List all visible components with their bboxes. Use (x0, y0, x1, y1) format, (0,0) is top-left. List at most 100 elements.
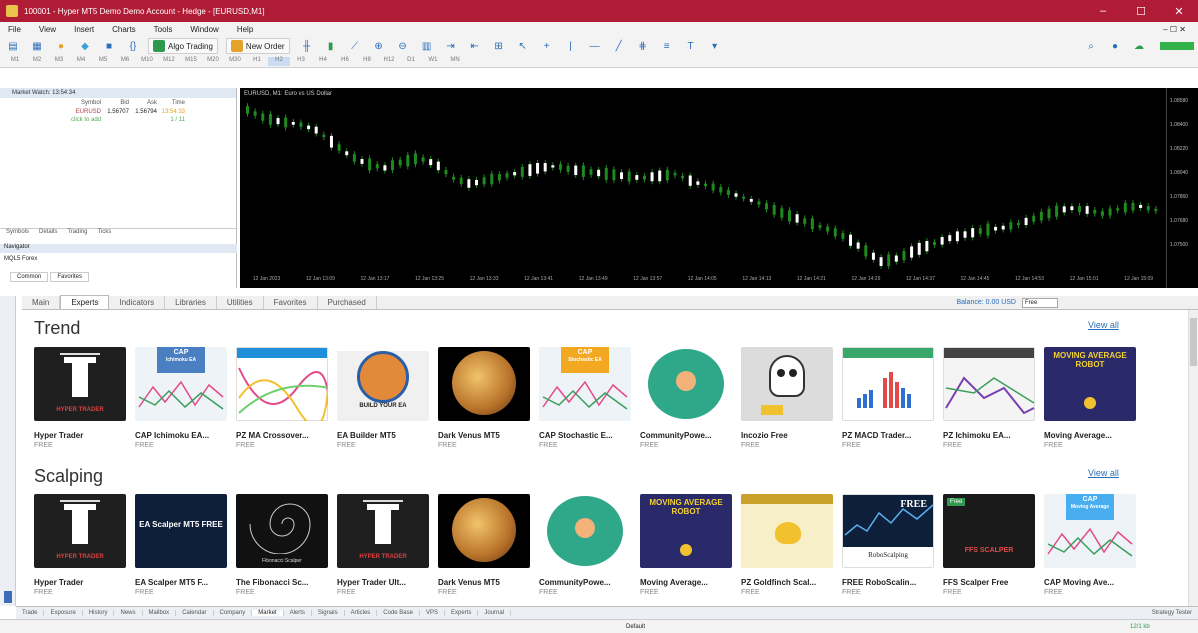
navigator-item[interactable]: MQL5 Forex (0, 256, 37, 262)
product-name[interactable]: EA Scalper MT5 F... (135, 578, 229, 587)
new-chart-icon[interactable]: ▤ (4, 38, 22, 54)
product-name[interactable]: PZ MACD Trader... (842, 431, 936, 440)
tf-m5[interactable]: M5 (92, 57, 114, 66)
market-icon[interactable]: ● (52, 38, 70, 54)
product-name[interactable]: Hyper Trader (34, 578, 128, 587)
product-thumbnail[interactable]: Fibonacci Scalper (236, 494, 328, 568)
cursor-icon[interactable]: ↖ (514, 38, 532, 54)
toolbox-tab-journal[interactable]: Journal (478, 610, 512, 616)
product-card[interactable]: EA Scalper MT5 FREE EA Scalper MT5 F... … (135, 494, 229, 596)
community-icon[interactable]: ☁ (1130, 38, 1148, 54)
menu-insert[interactable]: Insert (74, 25, 94, 34)
profiles-icon[interactable]: ▦ (28, 38, 46, 54)
product-card[interactable]: PZ Ichimoku EA... FREE (943, 347, 1037, 449)
toolbox-tab-mailbox[interactable]: Mailbox (143, 610, 177, 616)
line-chart-icon[interactable]: ⟋ (346, 38, 364, 54)
product-thumbnail[interactable]: MOVING AVERAGE ROBOT (1044, 347, 1136, 421)
tf-m30[interactable]: M30 (224, 57, 246, 66)
product-card[interactable]: BUILD YOUR EA EA Builder MT5 FREE (337, 347, 431, 449)
product-thumbnail[interactable] (741, 347, 833, 421)
product-card[interactable]: HYPER TRADER Hyper Trader Ult... FREE (337, 494, 431, 596)
tf-m15[interactable]: M15 (180, 57, 202, 66)
product-thumbnail[interactable]: CAP Stochastic EA (539, 347, 631, 421)
product-thumbnail[interactable] (236, 347, 328, 421)
tab-ticks[interactable]: Ticks (97, 229, 111, 238)
product-name[interactable]: PZ Goldfinch Scal... (741, 578, 835, 587)
menu-window[interactable]: Window (190, 25, 218, 34)
menu-charts[interactable]: Charts (112, 25, 136, 34)
market-watch-add-row[interactable]: click to add 1 / 11 (0, 116, 236, 124)
product-card[interactable]: Fibonacci Scalper The Fibonacci Sc... FR… (236, 494, 330, 596)
product-thumbnail[interactable]: Free FFS SCALPER (943, 494, 1035, 568)
product-card[interactable]: HYPER TRADER Hyper Trader FREE (34, 347, 128, 449)
product-name[interactable]: The Fibonacci Sc... (236, 578, 330, 587)
product-card[interactable]: FREE RoboScalping FREE RoboScalin... FRE… (842, 494, 936, 596)
candlestick-icon[interactable]: ▮ (322, 38, 340, 54)
tab-favorites[interactable]: Favorites (50, 272, 90, 282)
product-card[interactable]: PZ MA Crossover... FREE (236, 347, 330, 449)
tf-m2[interactable]: M2 (26, 57, 48, 66)
toolbox-tab-vps[interactable]: VPS (420, 610, 445, 616)
tf-m1[interactable]: M1 (4, 57, 26, 66)
toolbox-tab-articles[interactable]: Articles (345, 610, 378, 616)
tf-h2[interactable]: H2 (268, 57, 290, 66)
product-thumbnail[interactable] (438, 347, 530, 421)
product-thumbnail[interactable] (438, 494, 530, 568)
tf-w1[interactable]: W1 (422, 57, 444, 66)
tab-details[interactable]: Details (39, 229, 57, 238)
product-name[interactable]: Incozio Free (741, 431, 835, 440)
algo-trading-button[interactable]: Algo Trading (148, 38, 218, 54)
product-name[interactable]: PZ MA Crossover... (236, 431, 330, 440)
toolbox-tab-code-base[interactable]: Code Base (377, 610, 420, 616)
price-chart[interactable]: EURUSD, M1: Euro vs US Dollar (240, 88, 1166, 288)
menu-help[interactable]: Help (237, 25, 253, 34)
col-symbol[interactable]: Symbol (6, 100, 101, 106)
ide-icon[interactable]: {} (124, 38, 142, 54)
crosshair-icon[interactable]: + (538, 38, 556, 54)
tf-d1[interactable]: D1 (400, 57, 422, 66)
tf-mn[interactable]: MN (444, 57, 466, 66)
product-card[interactable]: Incozio Free FREE (741, 347, 835, 449)
account-icon[interactable]: ● (1106, 38, 1124, 54)
product-name[interactable]: EA Builder MT5 (337, 431, 431, 440)
toolbox-tab-news[interactable]: News (114, 610, 143, 616)
product-card[interactable]: MOVING AVERAGE ROBOT Moving Average... F… (640, 494, 734, 596)
product-thumbnail[interactable] (741, 494, 833, 568)
menu-tools[interactable]: Tools (154, 25, 173, 34)
fibonacci-icon[interactable]: ≡ (658, 38, 676, 54)
tf-h6[interactable]: H6 (334, 57, 356, 66)
col-ask[interactable]: Ask (129, 100, 157, 106)
market-scrollbar[interactable] (1188, 310, 1198, 606)
horizontal-line-icon[interactable]: — (586, 38, 604, 54)
product-name[interactable]: Dark Venus MT5 (438, 431, 532, 440)
view-all-trend-link[interactable]: View all (1088, 320, 1119, 330)
indicators-icon[interactable]: ⊞ (490, 38, 508, 54)
product-name[interactable]: Moving Average... (640, 578, 734, 587)
product-name[interactable]: Hyper Trader (34, 431, 128, 440)
tab-favorites[interactable]: Favorites (264, 296, 318, 309)
tf-m3[interactable]: M3 (48, 57, 70, 66)
product-thumbnail[interactable] (539, 494, 631, 568)
product-card[interactable]: PZ MACD Trader... FREE (842, 347, 936, 449)
minimize-button[interactable]: – (1084, 5, 1122, 18)
product-card[interactable]: CAP Ichimoku EA CAP Ichimoku EA... FREE (135, 347, 229, 449)
tab-trading[interactable]: Trading (67, 229, 87, 238)
col-bid[interactable]: Bid (101, 100, 129, 106)
tf-m4[interactable]: M4 (70, 57, 92, 66)
maximize-button[interactable]: ☐ (1122, 5, 1160, 18)
vertical-line-icon[interactable]: | (562, 38, 580, 54)
toolbox-tab-experts[interactable]: Experts (445, 610, 479, 616)
product-name[interactable]: Hyper Trader Ult... (337, 578, 431, 587)
close-button[interactable]: ✕ (1160, 5, 1198, 18)
toolbox-tab-trade[interactable]: Trade (16, 610, 45, 616)
product-thumbnail[interactable] (842, 347, 934, 421)
product-thumbnail[interactable]: HYPER TRADER (34, 347, 126, 421)
strategy-tester-button[interactable]: Strategy Tester (1146, 610, 1198, 616)
product-name[interactable]: Dark Venus MT5 (438, 578, 532, 587)
toolbox-tab-calendar[interactable]: Calendar (176, 610, 214, 616)
tf-m6[interactable]: M6 (114, 57, 136, 66)
zoom-in-icon[interactable]: ⊕ (370, 38, 388, 54)
product-name[interactable]: CommunityPowe... (539, 578, 633, 587)
search-icon[interactable]: ⌕ (1082, 38, 1100, 54)
product-thumbnail[interactable]: FREE RoboScalping (842, 494, 934, 568)
